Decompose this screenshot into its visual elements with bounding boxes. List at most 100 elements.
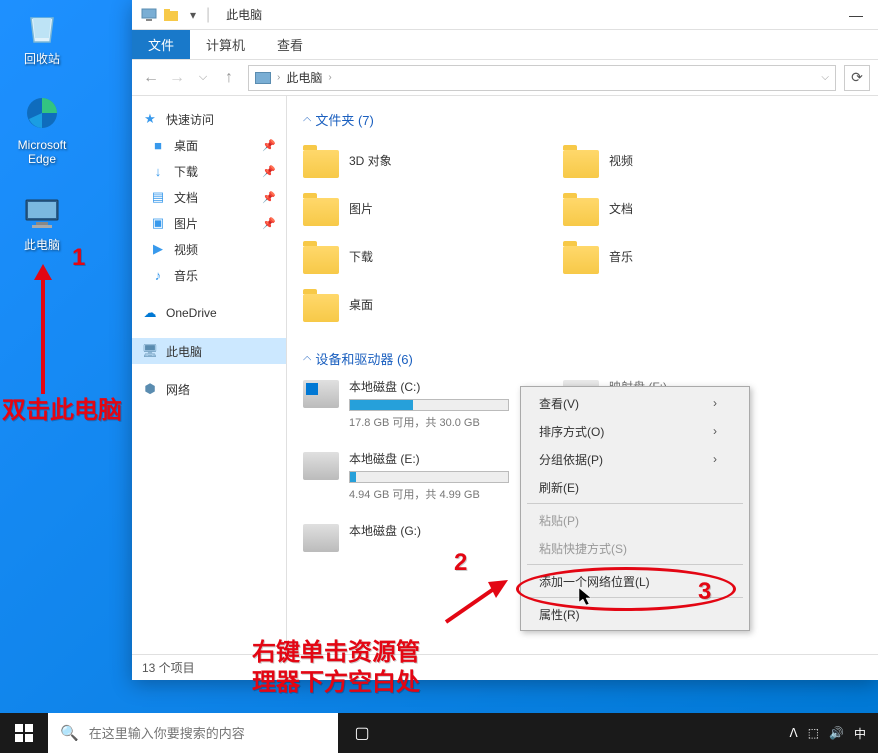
start-button[interactable]: [0, 713, 48, 753]
folder-icon: [563, 190, 599, 226]
desktop-icon-edge[interactable]: Microsoft Edge: [12, 92, 72, 166]
sidebar-quick-access[interactable]: ★ 快速访问: [132, 106, 286, 132]
drive-g[interactable]: 本地磁盘 (G:): [303, 522, 523, 552]
sidebar-item-music[interactable]: ♪音乐: [132, 262, 286, 288]
annotation-3: 3: [698, 578, 711, 606]
systray: ᐱ ⬚ 🔊 中: [777, 725, 878, 742]
arrow-2: [442, 576, 512, 626]
tab-file[interactable]: 文件: [132, 30, 190, 59]
menu-sort[interactable]: 排序方式(O)›: [523, 417, 747, 445]
pc-mini-icon: [255, 72, 271, 84]
folder-icon: [563, 238, 599, 274]
chevron-down-icon[interactable]: ⌵: [821, 72, 829, 83]
folder-documents[interactable]: 文档: [563, 187, 783, 229]
folder-pictures[interactable]: 图片: [303, 187, 523, 229]
pc-mini-icon: [140, 6, 158, 24]
tray-network-icon[interactable]: ⬚: [808, 726, 819, 740]
section-drives[interactable]: 设备和驱动器 (6): [303, 349, 862, 368]
address-box[interactable]: › 此电脑 › ⌵: [248, 65, 836, 91]
folder-icon: [303, 142, 339, 178]
picture-icon: ▣: [150, 215, 166, 231]
chevron-right-icon: ›: [713, 452, 717, 466]
arrow-1: [28, 264, 58, 394]
download-icon: ↓: [150, 163, 166, 179]
status-count: 13 个项目: [142, 659, 195, 676]
folder-icon: [303, 190, 339, 226]
sidebar: ★ 快速访问 ■桌面📌 ↓下载📌 ▤文档📌 ▣图片📌 ▶视频 ♪音乐 ☁OneD…: [132, 96, 287, 654]
menu-view[interactable]: 查看(V)›: [523, 389, 747, 417]
sidebar-thispc[interactable]: 🖥此电脑: [132, 338, 286, 364]
refresh-button[interactable]: ⟳: [844, 65, 870, 91]
drive-icon: [303, 524, 339, 552]
cursor-icon: [578, 587, 594, 607]
sidebar-onedrive[interactable]: ☁OneDrive: [132, 300, 286, 326]
qat-dropdown-icon[interactable]: ▾: [184, 6, 202, 24]
music-icon: ♪: [150, 267, 166, 283]
nav-up[interactable]: ↑: [218, 69, 240, 87]
ribbon-tabs: 文件 计算机 查看: [132, 30, 878, 60]
task-view-button[interactable]: ▢: [338, 713, 386, 753]
menu-refresh[interactable]: 刷新(E): [523, 473, 747, 501]
folder-videos[interactable]: 视频: [563, 139, 783, 181]
chevron-right-icon: ›: [713, 396, 717, 410]
document-icon: ▤: [150, 189, 166, 205]
folder-music[interactable]: 音乐: [563, 235, 783, 277]
menu-paste: 粘贴(P): [523, 506, 747, 534]
tab-view[interactable]: 查看: [261, 30, 319, 59]
pin-icon: 📌: [262, 139, 276, 152]
cloud-icon: ☁: [142, 305, 158, 321]
titlebar: ▾ | 此电脑 —: [132, 0, 878, 30]
folder-desktop[interactable]: 桌面: [303, 283, 523, 325]
drive-c[interactable]: 本地磁盘 (C:) 17.8 GB 可用，共 30.0 GB: [303, 378, 523, 430]
search-input[interactable]: [89, 726, 326, 741]
pin-icon: 📌: [262, 191, 276, 204]
tab-computer[interactable]: 计算机: [190, 30, 261, 59]
menu-separator: [527, 503, 743, 504]
drive-icon: [303, 452, 339, 480]
desktop-icon: ■: [150, 137, 166, 153]
minimize-button[interactable]: —: [842, 4, 870, 26]
section-folders[interactable]: 文件夹 (7): [303, 110, 862, 129]
sidebar-item-videos[interactable]: ▶视频: [132, 236, 286, 262]
breadcrumb[interactable]: 此电脑: [286, 69, 322, 86]
taskbar: 🔍 ▢ ᐱ ⬚ 🔊 中: [0, 713, 878, 753]
menu-group[interactable]: 分组依据(P)›: [523, 445, 747, 473]
sidebar-item-documents[interactable]: ▤文档📌: [132, 184, 286, 210]
pc-icon: [21, 192, 63, 234]
folder-downloads[interactable]: 下载: [303, 235, 523, 277]
star-icon: ★: [142, 111, 158, 127]
tray-up-icon[interactable]: ᐱ: [789, 726, 797, 740]
sidebar-item-desktop[interactable]: ■桌面📌: [132, 132, 286, 158]
drive-e[interactable]: 本地磁盘 (E:) 4.94 GB 可用，共 4.99 GB: [303, 450, 523, 502]
desktop-label: 回收站: [12, 52, 72, 66]
desktop-icon-thispc[interactable]: 此电脑: [12, 192, 72, 252]
tray-volume-icon[interactable]: 🔊: [829, 726, 844, 740]
desktop-icon-recycle[interactable]: 回收站: [12, 6, 72, 66]
nav-forward[interactable]: →: [166, 69, 188, 87]
network-icon: ⬢: [142, 381, 158, 397]
pin-icon: 📌: [262, 165, 276, 178]
nav-back[interactable]: ←: [140, 69, 162, 87]
statusbar: 13 个项目: [132, 654, 878, 680]
pc-icon: 🖥: [142, 343, 158, 359]
annotation-1: 1: [72, 244, 85, 272]
sidebar-network[interactable]: ⬢网络: [132, 376, 286, 402]
sidebar-item-downloads[interactable]: ↓下载📌: [132, 158, 286, 184]
annotation-2: 2: [454, 549, 467, 577]
annotation-rightclick2: 理器下方空白处: [252, 662, 420, 697]
desktop-label: Microsoft Edge: [12, 138, 72, 166]
folder-icon: [303, 238, 339, 274]
tray-ime-icon[interactable]: 中: [854, 725, 866, 742]
menu-separator: [527, 564, 743, 565]
folder-icon: [563, 142, 599, 178]
addressbar: ← → ⌵ ↑ › 此电脑 › ⌵ ⟳: [132, 60, 878, 96]
nav-history-dropdown[interactable]: ⌵: [192, 69, 214, 87]
video-icon: ▶: [150, 241, 166, 257]
sidebar-item-pictures[interactable]: ▣图片📌: [132, 210, 286, 236]
edge-icon: [21, 92, 63, 134]
taskbar-search[interactable]: 🔍: [48, 713, 338, 753]
desktop-label: 此电脑: [12, 238, 72, 252]
folder-3dobjects[interactable]: 3D 对象: [303, 139, 523, 181]
pin-icon: 📌: [262, 217, 276, 230]
search-icon: 🔍: [60, 724, 79, 742]
